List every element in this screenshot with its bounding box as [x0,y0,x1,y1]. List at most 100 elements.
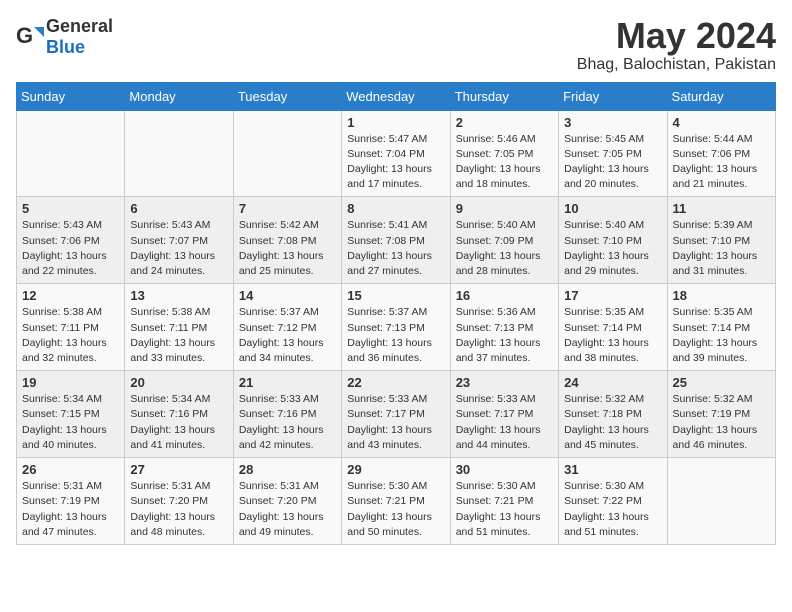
table-row [233,110,341,197]
header-saturday: Saturday [667,82,775,110]
day-info: Sunrise: 5:38 AM Sunset: 7:11 PM Dayligh… [22,305,119,366]
day-info: Sunrise: 5:35 AM Sunset: 7:14 PM Dayligh… [673,305,770,366]
day-info: Sunrise: 5:30 AM Sunset: 7:22 PM Dayligh… [564,479,661,540]
day-number: 17 [564,288,661,303]
table-row: 13 Sunrise: 5:38 AM Sunset: 7:11 PM Dayli… [125,284,233,371]
logo-icon: G [16,23,44,51]
table-row [125,110,233,197]
header-monday: Monday [125,82,233,110]
day-info: Sunrise: 5:33 AM Sunset: 7:16 PM Dayligh… [239,392,336,453]
day-number: 21 [239,375,336,390]
day-number: 9 [456,201,553,216]
day-info: Sunrise: 5:38 AM Sunset: 7:11 PM Dayligh… [130,305,227,366]
day-number: 1 [347,115,444,130]
table-row: 25Sunrise: 5:32 AM Sunset: 7:19 PM Dayli… [667,371,775,458]
table-row: 2Sunrise: 5:46 AM Sunset: 7:05 PM Daylig… [450,110,558,197]
calendar-week-row: 19 Sunrise: 5:34 AM Sunset: 7:15 PM Dayli… [17,371,776,458]
day-info: Sunrise: 5:34 AM Sunset: 7:15 PM Dayligh… [22,392,119,453]
day-info: Sunrise: 5:30 AM Sunset: 7:21 PM Dayligh… [456,479,553,540]
table-row: 4 Sunrise: 5:44 AM Sunset: 7:06 PM Daylig… [667,110,775,197]
day-number: 13 [130,288,227,303]
day-number: 22 [347,375,444,390]
logo-general-text: General [46,16,113,36]
day-info: Sunrise: 5:32 AM Sunset: 7:18 PM Dayligh… [564,392,661,453]
day-number: 28 [239,462,336,477]
table-row: 11 Sunrise: 5:39 AM Sunset: 7:10 PM Dayli… [667,197,775,284]
day-number: 6 [130,201,227,216]
day-number: 14 [239,288,336,303]
header-tuesday: Tuesday [233,82,341,110]
table-row: 30 Sunrise: 5:30 AM Sunset: 7:21 PM Dayli… [450,458,558,545]
table-row: 24 Sunrise: 5:32 AM Sunset: 7:18 PM Dayli… [559,371,667,458]
svg-text:G: G [16,23,33,48]
day-number: 7 [239,201,336,216]
day-info: Sunrise: 5:31 AM Sunset: 7:20 PM Dayligh… [130,479,227,540]
day-info: Sunrise: 5:46 AM Sunset: 7:05 PM Dayligh… [456,132,553,193]
day-info: Sunrise: 5:37 AM Sunset: 7:12 PM Dayligh… [239,305,336,366]
day-number: 26 [22,462,119,477]
day-number: 23 [456,375,553,390]
day-number: 20 [130,375,227,390]
table-row: 9 Sunrise: 5:40 AM Sunset: 7:09 PM Daylig… [450,197,558,284]
page-header: G General Blue May 2024 Bhag, Balochista… [16,16,776,74]
day-info: Sunrise: 5:40 AM Sunset: 7:09 PM Dayligh… [456,218,553,279]
weekday-header-row: Sunday Monday Tuesday Wednesday Thursday… [17,82,776,110]
header-sunday: Sunday [17,82,125,110]
title-block: May 2024 Bhag, Balochistan, Pakistan [577,16,776,74]
table-row: 16 Sunrise: 5:36 AM Sunset: 7:13 PM Dayli… [450,284,558,371]
day-info: Sunrise: 5:41 AM Sunset: 7:08 PM Dayligh… [347,218,444,279]
table-row: 1 Sunrise: 5:47 AM Sunset: 7:04 PM Daylig… [342,110,450,197]
day-number: 31 [564,462,661,477]
table-row: 3 Sunrise: 5:45 AM Sunset: 7:05 PM Daylig… [559,110,667,197]
table-row [667,458,775,545]
day-info: Sunrise: 5:43 AM Sunset: 7:07 PM Dayligh… [130,218,227,279]
day-info: Sunrise: 5:45 AM Sunset: 7:05 PM Dayligh… [564,132,661,193]
day-info: Sunrise: 5:43 AM Sunset: 7:06 PM Dayligh… [22,218,119,279]
day-info: Sunrise: 5:40 AM Sunset: 7:10 PM Dayligh… [564,218,661,279]
day-number: 29 [347,462,444,477]
table-row: 6 Sunrise: 5:43 AM Sunset: 7:07 PM Daylig… [125,197,233,284]
day-info: Sunrise: 5:36 AM Sunset: 7:13 PM Dayligh… [456,305,553,366]
day-info: Sunrise: 5:35 AM Sunset: 7:14 PM Dayligh… [564,305,661,366]
table-row: 31 Sunrise: 5:30 AM Sunset: 7:22 PM Dayli… [559,458,667,545]
table-row: 8 Sunrise: 5:41 AM Sunset: 7:08 PM Daylig… [342,197,450,284]
month-title: May 2024 [577,16,776,56]
table-row: 28 Sunrise: 5:31 AM Sunset: 7:20 PM Dayli… [233,458,341,545]
day-info: Sunrise: 5:37 AM Sunset: 7:13 PM Dayligh… [347,305,444,366]
day-number: 24 [564,375,661,390]
day-info: Sunrise: 5:44 AM Sunset: 7:06 PM Dayligh… [673,132,770,193]
table-row: 27Sunrise: 5:31 AM Sunset: 7:20 PM Dayli… [125,458,233,545]
table-row: 12 Sunrise: 5:38 AM Sunset: 7:11 PM Dayli… [17,284,125,371]
calendar-week-row: 12 Sunrise: 5:38 AM Sunset: 7:11 PM Dayli… [17,284,776,371]
day-info: Sunrise: 5:33 AM Sunset: 7:17 PM Dayligh… [347,392,444,453]
logo-blue-text: Blue [46,37,85,57]
day-number: 16 [456,288,553,303]
table-row: 29Sunrise: 5:30 AM Sunset: 7:21 PM Dayli… [342,458,450,545]
table-row: 23 Sunrise: 5:33 AM Sunset: 7:17 PM Dayli… [450,371,558,458]
table-row [17,110,125,197]
day-number: 11 [673,201,770,216]
day-number: 8 [347,201,444,216]
day-number: 10 [564,201,661,216]
day-number: 25 [673,375,770,390]
day-info: Sunrise: 5:39 AM Sunset: 7:10 PM Dayligh… [673,218,770,279]
calendar-week-row: 1 Sunrise: 5:47 AM Sunset: 7:04 PM Daylig… [17,110,776,197]
day-number: 12 [22,288,119,303]
table-row: 5Sunrise: 5:43 AM Sunset: 7:06 PM Daylig… [17,197,125,284]
table-row: 21 Sunrise: 5:33 AM Sunset: 7:16 PM Dayli… [233,371,341,458]
day-info: Sunrise: 5:31 AM Sunset: 7:20 PM Dayligh… [239,479,336,540]
table-row: 22 Sunrise: 5:33 AM Sunset: 7:17 PM Dayli… [342,371,450,458]
calendar-table: Sunday Monday Tuesday Wednesday Thursday… [16,82,776,545]
day-number: 30 [456,462,553,477]
table-row: 17 Sunrise: 5:35 AM Sunset: 7:14 PM Dayli… [559,284,667,371]
header-thursday: Thursday [450,82,558,110]
location-title: Bhag, Balochistan, Pakistan [577,56,776,74]
day-info: Sunrise: 5:33 AM Sunset: 7:17 PM Dayligh… [456,392,553,453]
logo: G General Blue [16,16,113,58]
day-info: Sunrise: 5:47 AM Sunset: 7:04 PM Dayligh… [347,132,444,193]
day-number: 3 [564,115,661,130]
table-row: 19 Sunrise: 5:34 AM Sunset: 7:15 PM Dayli… [17,371,125,458]
day-number: 15 [347,288,444,303]
day-number: 4 [673,115,770,130]
day-number: 19 [22,375,119,390]
